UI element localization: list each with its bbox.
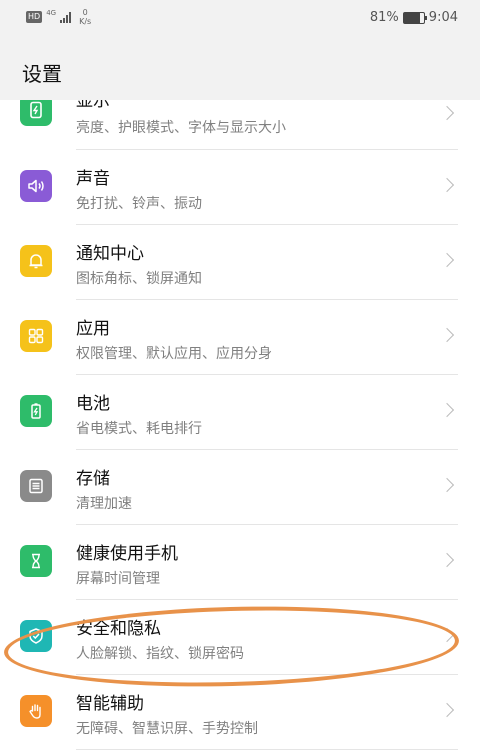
status-bar: HD 4G 0 K/s 81% 9:04 [0,0,480,38]
storage-icon [20,470,52,502]
item-title: 智能辅助 [76,694,144,714]
settings-item-storage[interactable]: 存储 清理加速 [0,450,480,525]
hourglass-icon [20,545,52,577]
settings-item-smart-assistance[interactable]: 智能辅助 无障碍、智慧识屏、手势控制 [0,675,480,750]
chevron-right-icon [439,177,455,193]
clock: 9:04 [428,10,458,25]
shield-icon [20,620,52,652]
item-subtitle: 权限管理、默认应用、应用分身 [76,346,272,362]
item-subtitle: 图标角标、锁屏通知 [76,271,202,287]
chevron-right-icon [439,105,455,121]
chevron-right-icon [439,327,455,343]
settings-item-display[interactable]: 显示 亮度、护眼模式、字体与显示大小 [0,91,480,150]
item-subtitle: 无障碍、智慧识屏、手势控制 [76,721,258,737]
item-title: 应用 [76,319,110,339]
divider [76,749,458,750]
network-type: 4G [46,9,57,17]
battery-status-icon [402,11,427,24]
chevron-right-icon [439,477,455,493]
chevron-right-icon [439,552,455,568]
item-subtitle: 屏幕时间管理 [76,571,160,587]
chevron-right-icon [439,252,455,268]
item-subtitle: 省电模式、耗电排行 [76,421,202,437]
settings-item-apps[interactable]: 应用 权限管理、默认应用、应用分身 [0,300,480,375]
status-left: HD 4G 0 K/s [26,8,91,26]
status-right: 81% 9:04 [370,10,458,25]
settings-list[interactable]: 显示 亮度、护眼模式、字体与显示大小 声音 免打扰、铃声、振动 通知中心 图标角… [0,91,480,750]
item-subtitle: 清理加速 [76,496,132,512]
battery-percent: 81% [369,10,399,25]
speed-value: 0 [82,8,88,17]
settings-item-security-privacy[interactable]: 安全和隐私 人脸解锁、指纹、锁屏密码 [0,600,480,675]
chevron-right-icon [439,402,455,418]
item-title: 声音 [76,169,110,189]
settings-item-digital-balance[interactable]: 健康使用手机 屏幕时间管理 [0,525,480,600]
item-title: 存储 [76,469,110,489]
settings-item-battery[interactable]: 电池 省电模式、耗电排行 [0,375,480,450]
item-title: 安全和隐私 [76,619,161,639]
chevron-right-icon [439,627,455,643]
item-title: 电池 [76,394,110,414]
signal-icon [60,11,72,23]
hd-badge: HD [26,11,43,23]
item-subtitle: 人脸解锁、指纹、锁屏密码 [76,646,244,662]
settings-item-notification-center[interactable]: 通知中心 图标角标、锁屏通知 [0,225,480,300]
settings-item-sound[interactable]: 声音 免打扰、铃声、振动 [0,150,480,225]
page-header: 设置 [0,38,480,100]
network-speed: 0 K/s [79,8,91,26]
chevron-right-icon [439,702,455,718]
hand-icon [20,695,52,727]
apps-icon [20,320,52,352]
bell-icon [20,245,52,277]
item-title: 健康使用手机 [76,544,178,564]
item-subtitle: 亮度、护眼模式、字体与显示大小 [76,120,286,136]
page-title: 设置 [22,62,62,86]
item-title: 通知中心 [76,244,144,264]
battery-icon [20,395,52,427]
speed-unit: K/s [79,17,92,26]
sound-icon [20,170,52,202]
item-subtitle: 免打扰、铃声、振动 [76,196,202,212]
